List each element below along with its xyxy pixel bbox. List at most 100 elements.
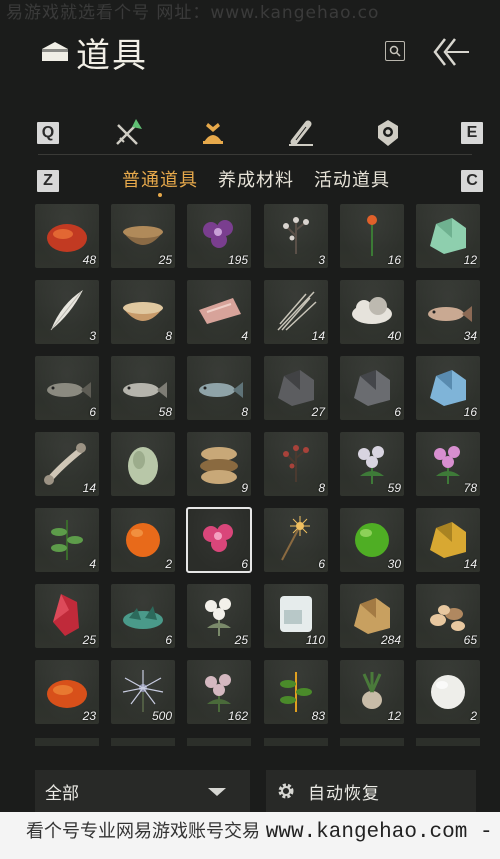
- item-slot[interactable]: 83: [264, 660, 328, 724]
- item-quantity: 59: [387, 481, 401, 495]
- item-quantity: 4: [89, 557, 96, 571]
- item-quantity: 16: [387, 253, 401, 267]
- item-slot[interactable]: 40: [340, 280, 404, 344]
- watermark-bottom: 看个号专业网易游戏账号交易 www.kangehao.com -: [0, 812, 500, 859]
- item-slot[interactable]: 195: [187, 204, 251, 268]
- search-button[interactable]: [385, 41, 405, 61]
- item-slot[interactable]: 48: [35, 204, 99, 268]
- item-quantity: 40: [387, 329, 401, 343]
- item-quantity: 34: [463, 329, 477, 343]
- item-slot[interactable]: 34: [416, 280, 480, 344]
- item-slot[interactable]: 27: [264, 356, 328, 420]
- item-quantity: 14: [311, 329, 325, 343]
- pouch-icon: [203, 123, 223, 144]
- item-quantity: 284: [380, 633, 401, 647]
- filter-label: 全部: [45, 783, 79, 804]
- tab-items[interactable]: [196, 116, 230, 150]
- item-slot[interactable]: 78: [416, 432, 480, 496]
- item-slot[interactable]: 162: [187, 660, 251, 724]
- item-slot[interactable]: 6: [264, 508, 328, 572]
- item-quantity: 3: [89, 329, 96, 343]
- item-slot[interactable]: 14: [264, 280, 328, 344]
- item-slot[interactable]: 25: [187, 584, 251, 648]
- persimmon-icon: [126, 523, 160, 557]
- item-quantity: 6: [394, 405, 401, 419]
- item-quantity: 16: [463, 405, 477, 419]
- item-quantity: 83: [311, 709, 325, 723]
- item-quantity: 6: [165, 633, 172, 647]
- item-slot[interactable]: [111, 432, 175, 496]
- item-slot[interactable]: 16: [340, 204, 404, 268]
- inventory-bag-icon: [42, 42, 68, 61]
- item-quantity: 25: [158, 253, 172, 267]
- item-slot[interactable]: 14: [416, 508, 480, 572]
- item-slot[interactable]: 2: [111, 508, 175, 572]
- watermark-url: www.kangehao.com -: [265, 821, 493, 844]
- item-quantity: 25: [234, 633, 248, 647]
- category-tabs: Q E: [0, 112, 500, 154]
- item-slot[interactable]: 23: [35, 660, 99, 724]
- item-quantity: 8: [318, 481, 325, 495]
- item-slot[interactable]: 3: [35, 280, 99, 344]
- item-slot[interactable]: 9: [187, 432, 251, 496]
- item-quantity: 500: [151, 709, 172, 723]
- item-slot[interactable]: 8: [187, 356, 251, 420]
- item-quantity: 14: [82, 481, 96, 495]
- item-quantity: 110: [305, 633, 325, 647]
- subtab-event-items[interactable]: 活动道具: [314, 166, 390, 192]
- auto-restore-label: 自动恢复: [308, 783, 380, 804]
- item-slot[interactable]: 58: [111, 356, 175, 420]
- filter-dropdown[interactable]: 全部: [35, 770, 250, 812]
- key-hint-q[interactable]: Q: [37, 122, 59, 144]
- item-quantity: 4: [241, 329, 248, 343]
- item-slot[interactable]: 25: [35, 584, 99, 648]
- item-slot[interactable]: 4: [187, 280, 251, 344]
- item-slot[interactable]: 14: [35, 432, 99, 496]
- item-quantity: 8: [241, 405, 248, 419]
- item-slot[interactable]: 284: [340, 584, 404, 648]
- item-quantity: 14: [463, 557, 477, 571]
- item-slot[interactable]: 8: [264, 432, 328, 496]
- bowl-icon: [123, 302, 163, 321]
- key-hint-c[interactable]: C: [461, 170, 483, 192]
- subtab-materials[interactable]: 养成材料: [218, 166, 294, 192]
- item-slot[interactable]: 30: [340, 508, 404, 572]
- black-ore-icon: [354, 370, 390, 406]
- tab-weapons[interactable]: [111, 116, 145, 150]
- item-slot[interactable]: 4: [35, 508, 99, 572]
- item-slot[interactable]: 3: [264, 204, 328, 268]
- item-quantity: 30: [387, 557, 401, 571]
- item-slot[interactable]: 110: [264, 584, 328, 648]
- item-quantity: 2: [470, 709, 477, 723]
- item-slot[interactable]: 12: [416, 204, 480, 268]
- item-slot[interactable]: 65: [416, 584, 480, 648]
- partial-row-cell: [111, 738, 175, 746]
- item-slot[interactable]: 6: [111, 584, 175, 648]
- item-slot[interactable]: 16: [416, 356, 480, 420]
- item-quantity: 48: [82, 253, 96, 267]
- item-quantity: 162: [227, 709, 248, 723]
- item-slot[interactable]: 59: [340, 432, 404, 496]
- item-slot[interactable]: 6: [340, 356, 404, 420]
- green-shards-icon: [123, 606, 163, 629]
- item-slot[interactable]: 2: [416, 660, 480, 724]
- item-slot[interactable]: 500: [111, 660, 175, 724]
- item-quantity: 2: [165, 557, 172, 571]
- item-slot[interactable]: 8: [111, 280, 175, 344]
- tab-scrolls[interactable]: [284, 116, 318, 150]
- snowball-icon: [431, 675, 465, 709]
- tab-tokens[interactable]: [371, 116, 405, 150]
- item-slot[interactable]: 6: [186, 507, 252, 573]
- back-arrow-icon[interactable]: [431, 35, 471, 69]
- item-slot[interactable]: 25: [111, 204, 175, 268]
- item-quantity: 12: [463, 253, 477, 267]
- item-slot[interactable]: 6: [35, 356, 99, 420]
- auto-restore-button[interactable]: 自动恢复: [266, 770, 476, 812]
- item-slot[interactable]: 12: [340, 660, 404, 724]
- red-berry-plant-icon: [283, 445, 309, 482]
- key-hint-z[interactable]: Z: [37, 170, 59, 192]
- blue-fish-icon: [199, 382, 243, 398]
- key-hint-e[interactable]: E: [461, 122, 483, 144]
- item-quantity: 23: [82, 709, 96, 723]
- subtab-common-items[interactable]: 普通道具: [122, 166, 198, 192]
